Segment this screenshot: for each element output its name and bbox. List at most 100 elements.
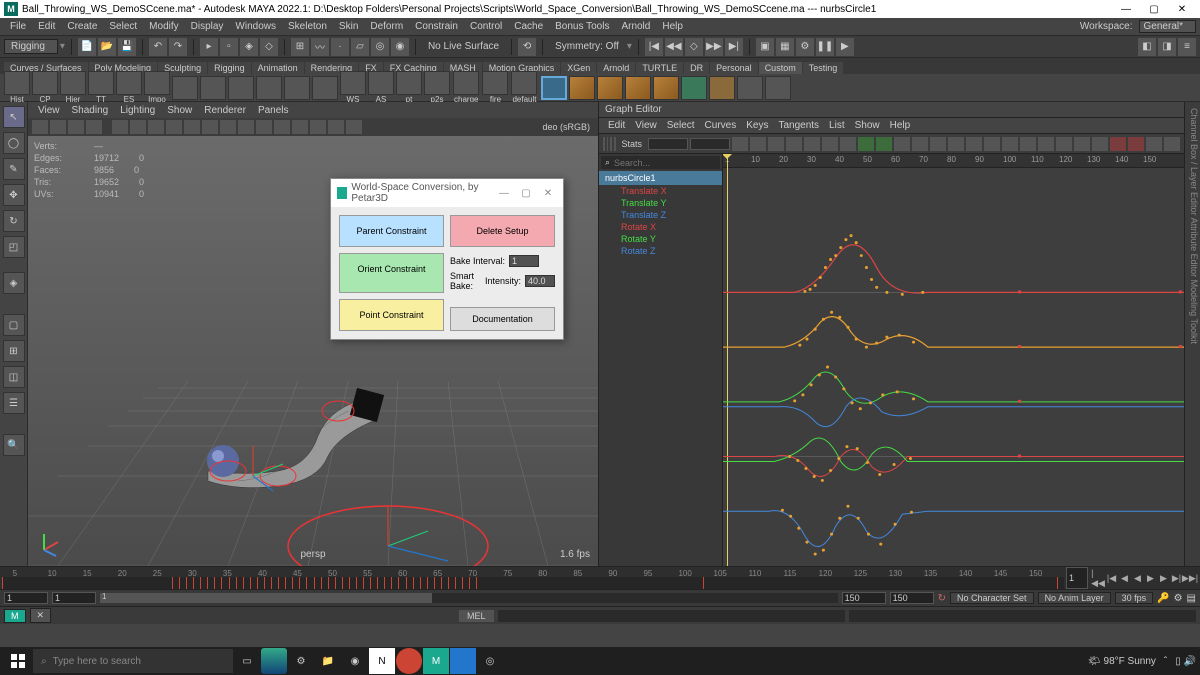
taskbar-app1-icon[interactable] xyxy=(261,648,287,674)
ge-search-box[interactable]: ⌕ ▾ xyxy=(601,156,720,169)
symmetry-dropdown[interactable]: Symmetry: Off xyxy=(549,41,625,52)
shelf-ws-icon[interactable] xyxy=(340,71,366,95)
menu-display[interactable]: Display xyxy=(185,21,230,32)
vp-exposure-icon[interactable] xyxy=(346,120,362,134)
snap-plane-icon[interactable]: ▱ xyxy=(351,38,369,56)
move-tool-icon[interactable]: ✥ xyxy=(3,184,25,206)
go-to-end-button[interactable]: ▶▶| xyxy=(1184,571,1196,585)
ge-spline-tangent-icon[interactable] xyxy=(732,137,748,151)
prefs-icon[interactable]: ⚙ xyxy=(1174,593,1183,604)
redo-icon[interactable]: ↷ xyxy=(169,38,187,56)
shelf-tt-icon[interactable] xyxy=(88,71,114,95)
shelf-cube3-icon[interactable] xyxy=(625,76,651,100)
shelf-script4-icon[interactable] xyxy=(256,76,282,100)
workspace-dropdown[interactable]: General* xyxy=(1139,20,1196,33)
shelf-script5-icon[interactable] xyxy=(284,76,310,100)
character-set-dropdown[interactable]: No Character Set xyxy=(950,592,1034,604)
range-handle[interactable] xyxy=(100,593,432,603)
shelf-hier-icon[interactable] xyxy=(60,71,86,95)
point-constraint-button[interactable]: Point Constraint xyxy=(339,299,444,331)
vp-bookmark-icon[interactable] xyxy=(50,120,66,134)
no-live-surface-label[interactable]: No Live Surface xyxy=(422,41,505,52)
range-track[interactable]: 1 xyxy=(100,593,838,603)
ge-channel-rz[interactable]: Rotate Z xyxy=(599,245,722,257)
shelf-tab-rigging[interactable]: Rigging xyxy=(208,62,251,74)
time-slider[interactable]: 5101520253035404550556065707580859095100… xyxy=(0,566,1200,590)
ge-timeline-marker-icon[interactable] xyxy=(1146,137,1162,151)
modeling-toolkit-icon[interactable]: ◧ xyxy=(1138,38,1156,56)
play-forward-button[interactable]: ▶ xyxy=(1145,571,1156,585)
ge-menu-show[interactable]: Show xyxy=(850,120,885,131)
layout-outliner-icon[interactable]: ☰ xyxy=(3,392,25,414)
intensity-input[interactable] xyxy=(525,275,555,287)
layout-four-icon[interactable]: ⊞ xyxy=(3,340,25,362)
rotate-tool-icon[interactable]: ↻ xyxy=(3,210,25,232)
menu-select[interactable]: Select xyxy=(103,21,143,32)
shelf-charge-icon[interactable] xyxy=(453,71,479,95)
layout-persp-icon[interactable]: ◫ xyxy=(3,366,25,388)
colorspace-label[interactable]: deo (sRGB) xyxy=(542,122,594,132)
vp-menu-show[interactable]: Show xyxy=(161,105,198,116)
ge-channel-tz[interactable]: Translate Z xyxy=(599,209,722,221)
vp-grid-icon[interactable] xyxy=(112,120,128,134)
loop-icon[interactable]: ↻ xyxy=(938,593,946,604)
cached-play-icon[interactable]: ▶| xyxy=(725,38,743,56)
select-mask-icon[interactable]: ◇ xyxy=(260,38,278,56)
shelf-script1-icon[interactable] xyxy=(172,76,198,100)
step-fwd-frame-button[interactable]: ▶ xyxy=(1158,571,1169,585)
shelf-hist-icon[interactable] xyxy=(4,71,30,95)
select-type-icon[interactable]: ◈ xyxy=(240,38,258,56)
select-comp-icon[interactable]: ▫ xyxy=(220,38,238,56)
vp-menu-panels[interactable]: Panels xyxy=(252,105,295,116)
script-editor-icon[interactable]: ▤ xyxy=(1187,593,1196,604)
step-back-key-button[interactable]: |◀ xyxy=(1106,571,1117,585)
taskbar-settings-icon[interactable]: ⚙ xyxy=(288,648,314,674)
window-maximize-button[interactable]: ▢ xyxy=(1140,0,1168,18)
step-fwd-key-button[interactable]: ▶| xyxy=(1171,571,1182,585)
shelf-script3-icon[interactable] xyxy=(228,76,254,100)
taskbar-search[interactable]: ⌕ Type here to search xyxy=(33,649,233,673)
fps-dropdown[interactable]: 30 fps xyxy=(1115,592,1154,604)
ge-region-icon[interactable] xyxy=(614,137,616,151)
ge-swap-buffer-icon[interactable] xyxy=(876,137,892,151)
menu-skeleton[interactable]: Skeleton xyxy=(282,21,333,32)
menu-file[interactable]: File xyxy=(4,21,32,32)
shelf-script6-icon[interactable] xyxy=(312,76,338,100)
shelf-cube2-icon[interactable] xyxy=(597,76,623,100)
shelf-fire-icon[interactable] xyxy=(482,71,508,95)
dialog-minimize-button[interactable]: — xyxy=(495,188,513,199)
weather-widget[interactable]: 🌤 98°F Sunny xyxy=(1088,656,1156,667)
start-button[interactable] xyxy=(4,647,32,675)
vp-shadow-icon[interactable] xyxy=(238,120,254,134)
layout-single-icon[interactable]: ▢ xyxy=(3,314,25,336)
ge-stats-value-input[interactable] xyxy=(690,138,730,150)
ge-flat-tangent-icon[interactable] xyxy=(786,137,802,151)
ge-menu-keys[interactable]: Keys xyxy=(741,120,773,131)
ge-buffer-icon[interactable] xyxy=(858,137,874,151)
ge-menu-edit[interactable]: Edit xyxy=(603,120,630,131)
vp-isolate-icon[interactable] xyxy=(292,120,308,134)
shelf-as-icon[interactable] xyxy=(368,71,394,95)
anim-layer-dropdown[interactable]: No Anim Layer xyxy=(1038,592,1111,604)
ge-frame-all-icon[interactable] xyxy=(1038,137,1054,151)
snap-view-icon[interactable]: ◎ xyxy=(371,38,389,56)
range-end-outer-input[interactable] xyxy=(890,592,934,604)
taskbar-maya-icon[interactable]: M xyxy=(423,648,449,674)
dialog-maximize-button[interactable]: ▢ xyxy=(517,188,535,199)
vp-camera-icon[interactable] xyxy=(32,120,48,134)
ge-stats-frame-input[interactable] xyxy=(648,138,688,150)
bake-interval-input[interactable] xyxy=(509,255,539,267)
shelf-default-icon[interactable] xyxy=(511,71,537,95)
next-key-icon[interactable]: ▶▶ xyxy=(705,38,723,56)
vp-menu-shading[interactable]: Shading xyxy=(66,105,115,116)
mode-selector-dropdown[interactable]: Rigging xyxy=(4,39,58,54)
shelf-tab-dr[interactable]: DR xyxy=(684,62,709,74)
menu-constrain[interactable]: Constrain xyxy=(409,21,464,32)
time-slider-ruler[interactable]: 5101520253035404550556065707580859095100… xyxy=(2,569,1064,577)
vp-image-plane-icon[interactable] xyxy=(68,120,84,134)
ge-node-nurbscircle[interactable]: nurbsCircle1 xyxy=(599,171,722,185)
dialog-titlebar[interactable]: World-Space Conversion, by Petar3D — ▢ ✕ xyxy=(331,179,563,207)
snap-grid-icon[interactable]: ⊞ xyxy=(291,38,309,56)
right-dock-tabs[interactable]: Channel Box / Layer Editor Attribute Edi… xyxy=(1184,102,1200,566)
vp-resolution-icon[interactable] xyxy=(148,120,164,134)
